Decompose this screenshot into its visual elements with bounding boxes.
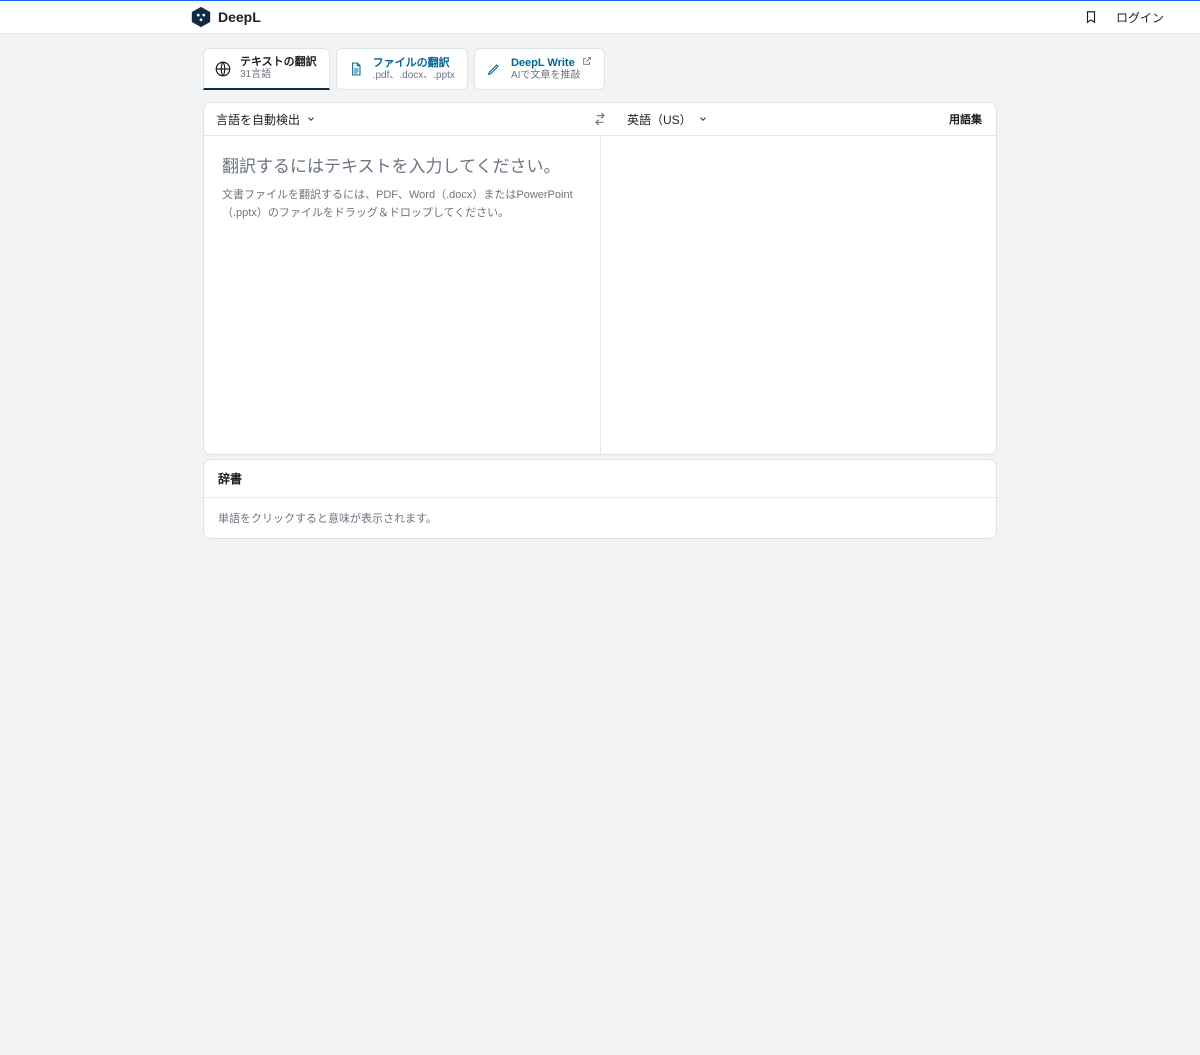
brand-text: DeepL	[218, 9, 261, 25]
bookmark-icon[interactable]	[1084, 9, 1098, 25]
login-link[interactable]: ログイン	[1116, 9, 1164, 26]
globe-icon	[214, 60, 232, 78]
translate-body: 翻訳するにはテキストを入力してください。 文書ファイルを翻訳するには、PDF、W…	[204, 136, 996, 454]
dictionary-title: 辞書	[204, 460, 996, 498]
glossary-button[interactable]: 用語集	[935, 111, 996, 127]
source-language-select[interactable]: 言語を自動検出	[204, 111, 328, 128]
tab-sub: AIで文章を推敲	[511, 70, 592, 82]
target-language-select[interactable]: 英語（US）	[615, 111, 720, 128]
language-bar: 言語を自動検出 英語（US）	[204, 103, 996, 136]
chevron-down-icon	[698, 114, 708, 124]
target-language-label: 英語（US）	[627, 111, 692, 128]
deepl-logo-icon	[190, 6, 212, 28]
content: テキストの翻訳 31言語 ファイルの翻訳 .pdf、.docx、.pptx	[0, 34, 1200, 539]
source-placeholder-hint: 文書ファイルを翻訳するには、PDF、Word（.docx）またはPowerPoi…	[222, 187, 582, 222]
header: DeepL ログイン	[0, 1, 1200, 34]
swap-languages-button[interactable]	[585, 111, 615, 127]
dictionary-hint: 単語をクリックすると意味が表示されます。	[204, 498, 996, 538]
tab-sub: .pdf、.docx、.pptx	[373, 70, 455, 82]
target-pane	[601, 136, 997, 454]
mode-tabs: テキストの翻訳 31言語 ファイルの翻訳 .pdf、.docx、.pptx	[203, 48, 997, 90]
external-link-icon	[582, 56, 592, 66]
pencil-icon	[485, 60, 503, 78]
logo[interactable]: DeepL	[190, 6, 261, 28]
translator-panel: 言語を自動検出 英語（US）	[203, 102, 997, 455]
chevron-down-icon	[306, 114, 316, 124]
tab-text-translate[interactable]: テキストの翻訳 31言語	[203, 48, 330, 90]
tab-title: ファイルの翻訳	[373, 57, 455, 70]
document-icon	[347, 60, 365, 78]
source-language-label: 言語を自動検出	[216, 111, 300, 128]
tab-file-translate[interactable]: ファイルの翻訳 .pdf、.docx、.pptx	[336, 48, 468, 90]
source-placeholder-title: 翻訳するにはテキストを入力してください。	[222, 152, 582, 177]
tab-title: DeepL Write	[511, 56, 592, 70]
tab-deepl-write[interactable]: DeepL Write AIで文章を推敲	[474, 48, 605, 90]
tab-sub: 31言語	[240, 69, 317, 81]
dictionary-panel: 辞書 単語をクリックすると意味が表示されます。	[203, 459, 997, 539]
source-pane[interactable]: 翻訳するにはテキストを入力してください。 文書ファイルを翻訳するには、PDF、W…	[204, 136, 601, 454]
tab-title: テキストの翻訳	[240, 56, 317, 69]
